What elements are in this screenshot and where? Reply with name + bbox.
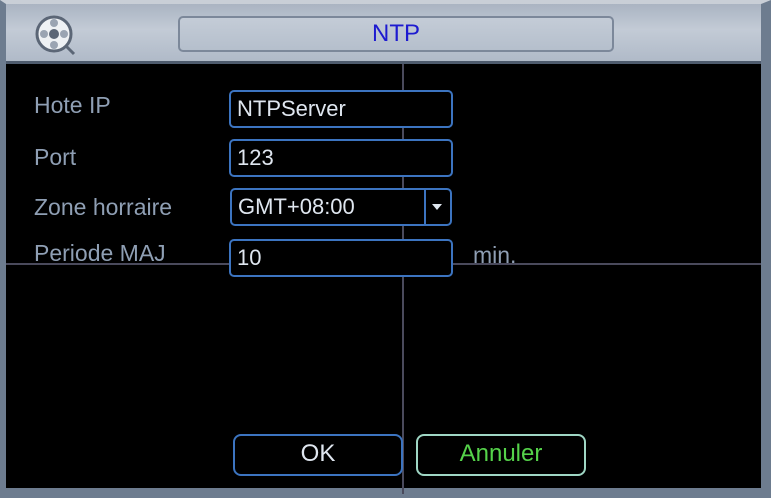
- update-period-unit: min.: [473, 242, 517, 268]
- port-label: Port: [34, 144, 77, 170]
- ok-button[interactable]: OK: [233, 434, 403, 476]
- ntp-dialog: NTP Hote IP NTPServer Port 123 Zone horr…: [0, 0, 771, 498]
- film-reel-icon: [35, 15, 76, 56]
- timezone-label: Zone horraire: [34, 194, 173, 220]
- timezone-select[interactable]: GMT+08:00: [230, 188, 452, 226]
- port-input[interactable]: 123: [229, 139, 453, 177]
- vertical-divider: [402, 64, 404, 494]
- cancel-button[interactable]: Annuler: [416, 434, 586, 476]
- page-title: NTP: [372, 20, 420, 47]
- title-box: NTP: [178, 16, 614, 52]
- host-ip-input[interactable]: NTPServer: [229, 90, 453, 128]
- host-ip-label: Hote IP: [34, 92, 111, 118]
- title-bar: NTP: [6, 4, 761, 64]
- update-period-label: Periode MAJ: [34, 240, 166, 266]
- update-period-input[interactable]: 10: [229, 239, 453, 277]
- timezone-value: GMT+08:00: [238, 194, 355, 219]
- chevron-down-icon[interactable]: [424, 190, 450, 224]
